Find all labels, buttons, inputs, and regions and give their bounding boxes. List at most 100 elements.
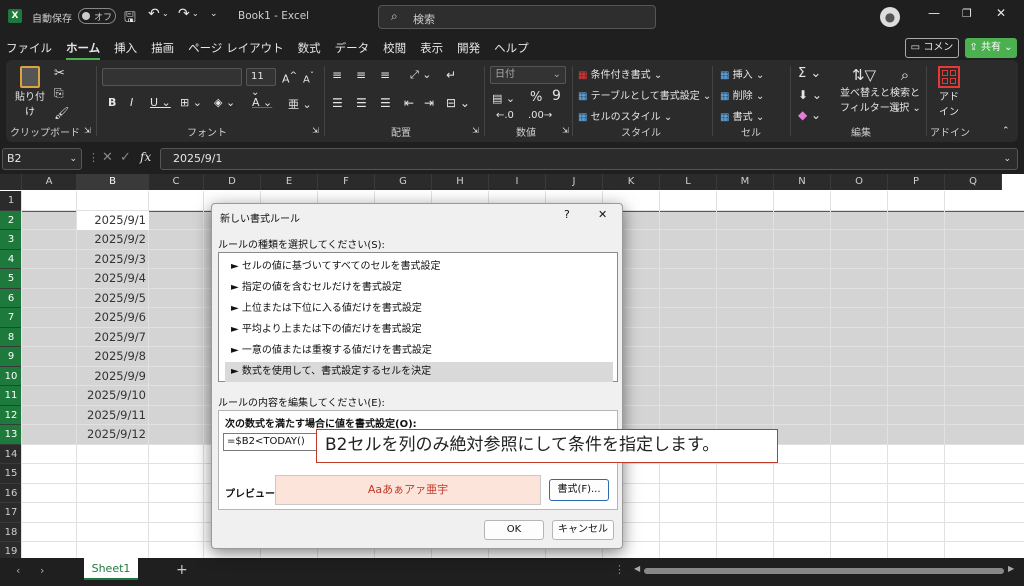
fill-icon[interactable]: ⬇ ⌄ (798, 88, 822, 102)
format-as-table-button[interactable]: ▦ テーブルとして書式設定 ⌄ (578, 87, 711, 102)
rule-type-item[interactable]: ► 一意の値または重複する値だけを書式設定 (225, 341, 613, 361)
rule-type-list[interactable]: ► セルの値に基づいてすべてのセルを書式設定 ► 指定の値を含むセルだけを書式設定… (218, 252, 618, 382)
close-icon[interactable]: ✕ (598, 208, 607, 221)
rule-type-item[interactable]: ► 数式を使用して、書式設定するセルを決定 (225, 362, 613, 382)
decrease-indent-icon[interactable]: ⇤ (404, 96, 414, 110)
redo-icon[interactable]: ↷ (178, 6, 190, 22)
dialog-launcher-icon[interactable]: ⇲ (84, 126, 91, 135)
cell-B3[interactable]: 2025/9/2 (77, 230, 149, 250)
customize-qat-icon[interactable]: ⌄ (210, 9, 218, 19)
row-header-19[interactable]: 19 (0, 542, 22, 558)
align-left-icon[interactable]: ☰ (332, 96, 343, 110)
bold-icon[interactable]: B (108, 96, 116, 109)
row-header-13[interactable]: 13 (0, 425, 22, 445)
comment-button[interactable]: ▭ コメント (905, 38, 959, 71)
avatar[interactable]: ● (880, 7, 900, 27)
cell-B13[interactable]: 2025/9/12 (77, 425, 149, 445)
row-header-8[interactable]: 8 (0, 327, 22, 347)
cell-B8[interactable]: 2025/9/7 (77, 328, 149, 348)
font-dialog-launcher-icon[interactable]: ⇲ (312, 126, 319, 135)
column-header-K[interactable]: K (603, 174, 660, 190)
confirm-entry-icon[interactable]: ✓ (120, 150, 131, 165)
tab-7[interactable]: 校閲 (383, 40, 406, 56)
fill-color-icon[interactable]: ◈ ⌄ (214, 96, 235, 109)
increase-decimal-icon[interactable]: ←.0 (496, 110, 514, 121)
cancel-button[interactable]: キャンセル (552, 520, 614, 540)
rule-type-item[interactable]: ► 指定の値を含むセルだけを書式設定 (225, 278, 613, 298)
select-all-corner[interactable] (0, 174, 22, 190)
row-header-9[interactable]: 9 (0, 347, 22, 367)
sort-filter-button[interactable]: ⇅▽ 並べ替えと フィルター ⌄ (840, 66, 901, 114)
cell-B11[interactable]: 2025/9/10 (77, 386, 149, 406)
font-color-icon[interactable]: A ⌄ (252, 96, 272, 109)
row-header-11[interactable]: 11 (0, 386, 22, 406)
format-cells-button[interactable]: ▦ 書式 ⌄ (720, 108, 764, 123)
sheet-tab[interactable]: Sheet1 (84, 558, 138, 580)
formula-input[interactable]: 2025/9/1 ⌄ (160, 148, 1018, 170)
hscroll-right-icon[interactable]: ▶ (1008, 564, 1014, 573)
grow-font-icon[interactable]: A^ (282, 70, 297, 86)
hscroll-left-icon[interactable]: ◀ (634, 564, 640, 573)
row-header-1[interactable]: 1 (0, 191, 22, 211)
column-header-N[interactable]: N (774, 174, 831, 190)
underline-icon[interactable]: U ⌄ (150, 96, 171, 109)
align-center-icon[interactable]: ☰ (356, 96, 367, 110)
save-icon[interactable]: 🖫 (124, 7, 136, 31)
italic-icon[interactable]: I (130, 96, 133, 109)
add-sheet-button[interactable]: + (176, 562, 188, 578)
number-format-select[interactable]: 日付 ⌄ (490, 66, 566, 84)
orientation-icon[interactable]: ⤢ ⌄ (410, 68, 432, 82)
row-header-5[interactable]: 5 (0, 269, 22, 289)
accounting-format-icon[interactable]: ▤ ⌄ (492, 92, 515, 105)
close-window-icon[interactable]: ✕ (996, 6, 1006, 20)
row-header-17[interactable]: 17 (0, 503, 22, 523)
wrap-text-icon[interactable]: ↵ (446, 68, 456, 82)
scroll-prev-sheet-icon[interactable]: ‹ (16, 564, 20, 577)
cell-B9[interactable]: 2025/9/8 (77, 347, 149, 367)
tab-2[interactable]: 挿入 (114, 40, 137, 56)
ribbon-collapse-icon[interactable]: ⌃ (1002, 126, 1010, 136)
undo-dropdown-icon[interactable]: ⌄ (162, 9, 169, 18)
column-header-L[interactable]: L (660, 174, 717, 190)
help-icon[interactable]: ? (564, 208, 570, 221)
align-middle-icon[interactable]: ≡ (356, 68, 366, 82)
cell-B10[interactable]: 2025/9/9 (77, 367, 149, 387)
column-header-H[interactable]: H (432, 174, 489, 190)
row-header-4[interactable]: 4 (0, 249, 22, 269)
row-header-12[interactable]: 12 (0, 405, 22, 425)
column-header-E[interactable]: E (261, 174, 318, 190)
find-select-button[interactable]: ⌕ 検索と 選択 ⌄ (888, 66, 922, 114)
align-right-icon[interactable]: ☰ (380, 96, 391, 110)
font-name-select[interactable] (102, 68, 242, 86)
column-header-A[interactable]: A (22, 174, 77, 190)
delete-cells-button[interactable]: ▦ 削除 ⌄ (720, 87, 764, 102)
copy-icon[interactable]: ⎘ (54, 86, 64, 101)
tab-5[interactable]: 数式 (298, 40, 321, 56)
column-header-C[interactable]: C (149, 174, 204, 190)
cell-B4[interactable]: 2025/9/3 (77, 250, 149, 270)
alignment-dialog-launcher-icon[interactable]: ⇲ (472, 126, 479, 135)
font-size-select[interactable]: 11 ⌄ (246, 68, 276, 98)
name-box[interactable]: B2 ⌄ (2, 148, 82, 170)
column-header-I[interactable]: I (489, 174, 546, 190)
cell-B6[interactable]: 2025/9/5 (77, 289, 149, 309)
tab-0[interactable]: ファイル (6, 40, 52, 56)
insert-function-icon[interactable]: fx (140, 150, 151, 164)
increase-indent-icon[interactable]: ⇥ (424, 96, 434, 110)
addins-button[interactable]: アド イン (934, 66, 964, 118)
insert-cells-button[interactable]: ▦ 挿入 ⌄ (720, 66, 764, 81)
rule-type-item[interactable]: ► セルの値に基づいてすべてのセルを書式設定 (225, 257, 613, 277)
undo-icon[interactable]: ↶ (148, 6, 160, 22)
rule-type-item[interactable]: ► 平均より上または下の値だけを書式設定 (225, 320, 613, 340)
shrink-font-icon[interactable]: Aˇ (303, 70, 314, 85)
cell-styles-button[interactable]: ▦ セルのスタイル ⌄ (578, 108, 672, 123)
column-header-F[interactable]: F (318, 174, 375, 190)
format-button[interactable]: 書式(F)... (549, 479, 609, 501)
tab-6[interactable]: データ (335, 40, 370, 56)
percent-icon[interactable]: % (530, 90, 542, 105)
row-header-14[interactable]: 14 (0, 444, 22, 464)
comma-style-icon[interactable]: 9 (552, 88, 561, 104)
row-header-18[interactable]: 18 (0, 522, 22, 542)
column-header-D[interactable]: D (204, 174, 261, 190)
cell-B7[interactable]: 2025/9/6 (77, 308, 149, 328)
